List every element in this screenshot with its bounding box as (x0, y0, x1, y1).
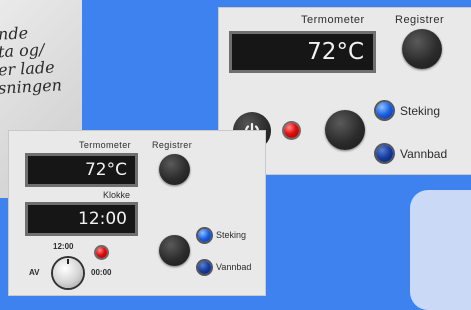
vannbad-indicator-led[interactable] (198, 261, 211, 274)
note-line: sningen (0, 75, 63, 98)
thermometer-label: Termometer (301, 14, 365, 26)
register-label: Registrer (152, 140, 193, 150)
steking-indicator-led[interactable] (376, 102, 393, 119)
mode-option-vannbad[interactable]: Vannbad (400, 147, 447, 161)
register-button[interactable] (402, 29, 442, 69)
register-button[interactable] (159, 154, 190, 185)
clock-display: 12:00 (25, 202, 138, 236)
power-indicator-led (284, 123, 299, 138)
mode-select-knob[interactable] (159, 235, 190, 266)
thermometer-panel-small: Termometer Registrer 72°C Klokke 12:00 1… (8, 130, 266, 296)
register-label: Registrer (395, 14, 445, 26)
timer-off-label: AV (29, 268, 40, 277)
mode-option-steking[interactable]: Steking (400, 104, 440, 118)
timer-top-label: 12:00 (53, 242, 74, 251)
clock-label: Klokke (103, 190, 131, 200)
timer-dial[interactable] (53, 258, 83, 288)
mode-option-steking[interactable]: Steking (216, 230, 246, 240)
timer-end-label: 00:00 (91, 268, 112, 277)
thermometer-label: Termometer (79, 140, 132, 150)
timer-indicator-led (96, 247, 107, 258)
mode-option-vannbad[interactable]: Vannbad (216, 262, 251, 272)
thermometer-display: 72°C (229, 31, 376, 73)
background-card (410, 190, 471, 310)
thermometer-display: 72°C (25, 153, 138, 187)
steking-indicator-led[interactable] (198, 229, 211, 242)
mode-select-knob[interactable] (325, 110, 365, 150)
vannbad-indicator-led[interactable] (376, 145, 393, 162)
timer-pointer (67, 259, 69, 264)
